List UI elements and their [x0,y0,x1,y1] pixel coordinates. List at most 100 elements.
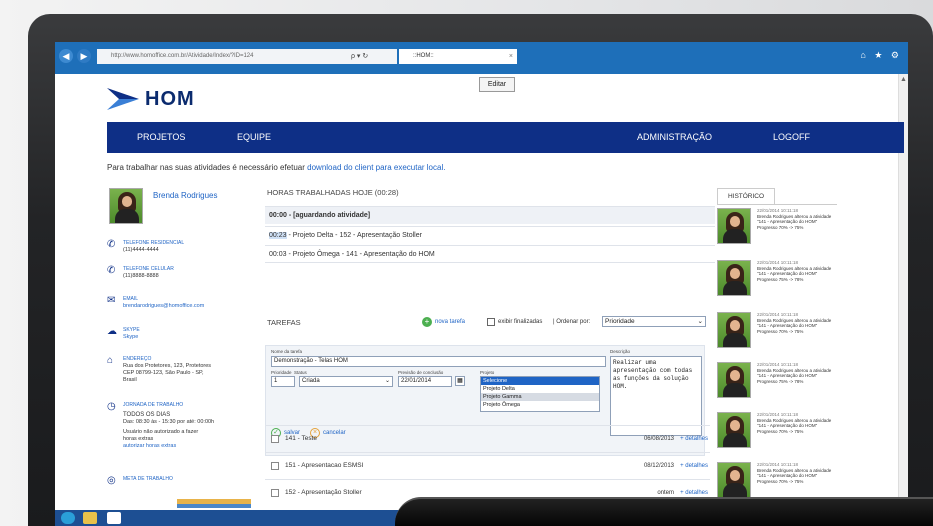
task-checkbox[interactable] [271,489,279,497]
nova-tarefa-link[interactable]: nova tarefa [435,319,465,325]
info-title: TELEFONE RESIDENCIAL [123,240,185,246]
editar-button[interactable]: Editar [479,77,515,92]
task-row[interactable]: 141 - Teste 06/08/2013 + detalhes [265,425,710,451]
menu-logoff[interactable]: LOGOFF [773,132,810,142]
autorizar-horas-link[interactable]: autorizar horas extras [123,443,176,450]
projeto-label: Projeto [480,370,495,375]
descricao-textarea[interactable]: Realizar uma apresentação com todas as f… [610,356,702,436]
profile-name[interactable]: Brenda Rodrigues [153,191,217,200]
download-client-link[interactable]: download do client para executar local. [307,163,445,172]
calendar-icon[interactable]: ▦ [455,376,465,386]
projeto-listbox[interactable]: Selecione Projeto Delta Projeto Gamma Pr… [480,376,600,412]
nome-input[interactable]: Demonstração - Telas HOM [271,356,606,367]
history-item: 22/01/2014 10:11:18 Brenda Rodrigues alte… [717,362,837,414]
task-row[interactable]: 151 - Apresentacao ESMSI 08/12/2013 + de… [265,452,710,478]
exibir-finalizadas-checkbox[interactable] [487,318,495,326]
meta-progress-bar-2 [177,504,251,508]
email-link[interactable]: brendarodrigues@homoffice.com [123,303,204,310]
history-date: 22/01/2014 10:11:18 [757,412,798,417]
ie-icon[interactable] [61,512,75,524]
history-text: Brenda Rodrigues alterou a atividade "14… [757,467,832,484]
address-controls[interactable]: ρ ▾ ↻ [351,49,397,64]
tab-label: ::HOM:: [413,53,434,59]
history-date: 22/01/2014 10:11:18 [757,462,798,467]
nome-label: Nome da tarefa [271,349,303,354]
browser-tool-icons[interactable]: ⌂ ★ ⚙ [860,50,902,61]
jornada-hours: Das: 08:30 às - 15:30 por até: 00:00h [123,419,215,425]
menu-administracao[interactable]: ADMINISTRAÇÃO [637,132,712,142]
history-avatar [717,362,751,398]
prioridade-label: Prioridade [271,370,292,375]
status-select[interactable]: Criada ⌄ [299,376,393,387]
info-title: SKYPE [123,327,140,333]
projeto-option[interactable]: Selecione [481,377,599,385]
activity-row[interactable]: 00:03 - Projeto Ômega - 141 - Apresentaç… [265,245,715,263]
activity-desc: - Projeto Delta - 152 - Apresentação Sto… [286,232,422,239]
hom-app-icon[interactable] [107,512,121,524]
profile-avatar [109,188,143,224]
info-value: (11)4444-4444 [123,247,159,253]
activity-row[interactable]: 00:00 - [aguardando atividade] [265,206,715,224]
activity-time: 00:23 [269,232,287,239]
foreground-device [395,497,933,526]
ordenar-select[interactable]: Prioridade ⌄ [602,316,706,327]
browser-tab[interactable]: ::HOM:: × [399,49,517,64]
browser-toolbar: ◀ ▶ http://www.homoffice.com.br/Atividad… [55,42,908,74]
info-title: TELEFONE CELULAR [123,266,174,272]
screen: ◀ ▶ http://www.homoffice.com.br/Atividad… [55,42,908,526]
main-menu: PROJETOS EQUIPE ADMINISTRAÇÃO LOGOFF [107,122,904,153]
task-details-link[interactable]: + detalhes [680,426,708,452]
phone-icon: ✆ [107,239,116,250]
task-checkbox[interactable] [271,435,279,443]
previsao-label: Previsão de conclusão [398,370,444,375]
back-icon[interactable]: ◀ [59,49,73,63]
task-name: 152 - Apresentação Stoller [285,489,362,496]
history-avatar [717,208,751,244]
prioridade-input[interactable]: 1 [271,376,295,387]
jornada-days: TODOS OS DIAS [123,412,171,418]
skype-link[interactable]: Skype [123,334,138,341]
projeto-option[interactable]: Projeto Delta [481,385,599,393]
add-task-icon[interactable]: + [422,317,432,327]
menu-equipe[interactable]: EQUIPE [237,132,271,142]
tarefas-title: TAREFAS [267,318,301,327]
forward-icon[interactable]: ▶ [77,49,91,63]
phone-icon: ✆ [107,265,116,276]
history-avatar [717,312,751,348]
activity-row[interactable]: 00:23 - Projeto Delta - 152 - Apresentaç… [265,226,715,244]
history-avatar [717,462,751,498]
logo-text: HOM [145,88,195,110]
divider [717,204,837,205]
logo-mark-icon [107,88,139,110]
info-title: META DE TRABALHO [123,476,173,482]
history-date: 22/01/2014 10:11:18 [757,312,798,317]
scroll-up-icon[interactable]: ▲ [900,76,907,83]
download-notice: Para trabalhar nas suas atividades é nec… [107,163,445,172]
history-date: 22/01/2014 10:11:18 [757,208,798,213]
tab-historico[interactable]: HISTÓRICO [717,188,775,204]
chevron-down-icon: ⌄ [697,318,703,325]
projeto-option[interactable]: Projeto Gamma [481,393,599,401]
folder-icon[interactable] [83,512,97,524]
history-text: Brenda Rodrigues alterou a atividade "14… [757,317,832,334]
task-name: 151 - Apresentacao ESMSI [285,462,364,469]
descricao-label: Descrição [610,349,631,354]
projeto-option[interactable]: Projeto Ômega [481,401,599,409]
task-details-link[interactable]: + detalhes [680,453,708,479]
jornada-note: Usuário não autorizado a fazer horas ext… [123,429,199,442]
skype-icon: ☁ [107,326,117,337]
previsao-input[interactable]: 22/01/2014 [398,376,452,387]
tasks-header: TAREFAS + nova tarefa exibir finalizadas… [265,313,715,333]
tab-close-icon[interactable]: × [509,49,513,64]
history-item: 22/01/2014 10:11:18 Brenda Rodrigues alte… [717,208,837,260]
history-item: 22/01/2014 10:11:18 Brenda Rodrigues alte… [717,312,837,364]
task-name: 141 - Teste [285,435,318,442]
task-checkbox[interactable] [271,462,279,470]
task-date: 06/08/2013 [643,436,674,442]
task-date: 08/12/2013 [643,463,674,469]
menu-projetos[interactable]: PROJETOS [137,132,185,142]
history-text: Brenda Rodrigues alterou a atividade "14… [757,213,832,230]
ordenar-label: | Ordenar por: [553,319,591,325]
history-text: Brenda Rodrigues alterou a atividade "14… [757,265,832,282]
exibir-finalizadas-label: exibir finalizadas [498,319,543,325]
